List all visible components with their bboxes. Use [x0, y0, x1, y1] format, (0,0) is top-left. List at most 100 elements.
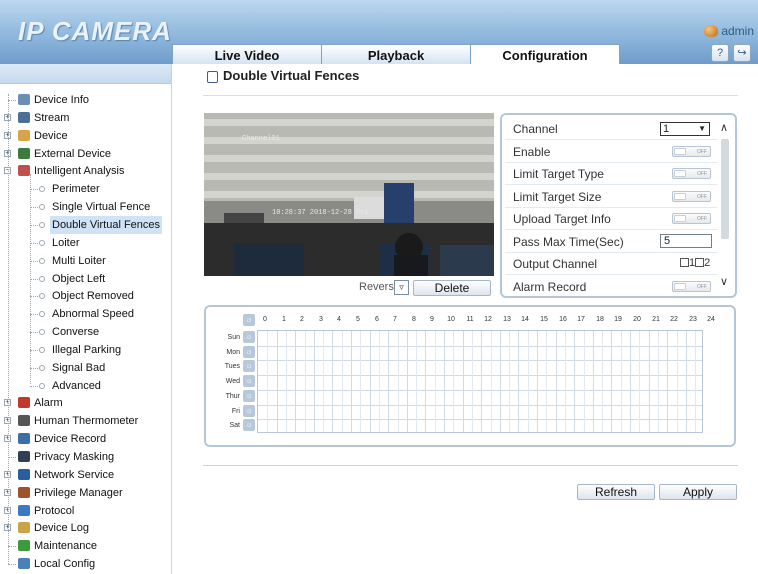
grid-col-line	[286, 331, 287, 432]
grid-col-line	[500, 331, 501, 432]
grid-col-line	[323, 331, 324, 432]
privacy-masking-icon	[18, 451, 30, 462]
limit-target-size-toggle[interactable]: OFF	[672, 191, 711, 202]
sidebar-item-object-removed[interactable]: Object Removed	[0, 287, 172, 305]
sidebar-item-human-thermometer[interactable]: + Human Thermometer	[0, 412, 172, 430]
sidebar-item-privacy-masking[interactable]: Privacy Masking	[0, 448, 172, 466]
sidebar-item-device-record[interactable]: + Device Record	[0, 430, 172, 448]
bullet-icon	[39, 204, 45, 210]
grid-col-line	[639, 331, 640, 432]
scroll-down-icon[interactable]: ∨	[720, 275, 728, 288]
hour-label: 15	[540, 316, 548, 323]
grid-col-line	[416, 331, 417, 432]
sidebar-item-external-device[interactable]: + External Device	[0, 145, 172, 163]
pass-max-time-input[interactable]: 5	[660, 234, 712, 248]
grid-col-line	[611, 331, 612, 432]
sidebar-item-double-virtual-fences[interactable]: Double Virtual Fences	[0, 216, 172, 234]
grid-col-line	[574, 331, 575, 432]
hour-label: 11	[466, 316, 474, 323]
grid-col-line	[649, 331, 650, 432]
sidebar-item-abnormal-speed[interactable]: Abnormal Speed	[0, 305, 172, 323]
sidebar-item-multi-loiter[interactable]: Multi Loiter	[0, 252, 172, 270]
stream-icon	[18, 112, 30, 123]
intelligent-analysis-icon	[18, 165, 30, 176]
param-label: Upload Target Info	[513, 212, 611, 226]
sidebar-item-perimeter[interactable]: Perimeter	[0, 180, 172, 198]
hour-label: 16	[559, 316, 567, 323]
select-day-icon[interactable]: ☼	[243, 419, 255, 431]
output-channel-2-checkbox[interactable]	[695, 258, 705, 267]
alarm-record-toggle[interactable]: OFF	[672, 281, 711, 292]
param-row-limit-target-size: Limit Target Size OFF	[505, 186, 717, 208]
sidebar-item-network-service[interactable]: + Network Service	[0, 466, 172, 484]
user-info[interactable]: admin	[704, 24, 754, 38]
refresh-button[interactable]: Refresh	[577, 484, 655, 500]
tab-playback[interactable]: Playback	[321, 44, 471, 64]
grid-col-line	[695, 331, 696, 432]
param-label: Channel	[513, 122, 558, 136]
bullet-icon	[39, 347, 45, 353]
logout-icon[interactable]: ↪	[733, 44, 751, 62]
hour-label: 6	[375, 316, 379, 323]
sidebar-item-device-log[interactable]: + Device Log	[0, 519, 172, 537]
scroll-up-icon[interactable]: ∧	[720, 121, 728, 134]
sidebar-item-device-info[interactable]: Device Info	[0, 91, 172, 109]
delete-button[interactable]: Delete	[413, 280, 491, 296]
grid-row-line	[258, 346, 702, 347]
enable-toggle[interactable]: OFF	[672, 146, 711, 157]
grid-col-line	[305, 331, 306, 432]
grid-col-line	[370, 331, 371, 432]
tab-configuration[interactable]: Configuration	[470, 44, 620, 64]
grid-col-line	[407, 331, 408, 432]
sidebar-item-label: Illegal Parking	[52, 344, 122, 356]
reverse-select[interactable]: ▿	[394, 280, 409, 295]
sidebar-item-maintenance[interactable]: Maintenance	[0, 537, 172, 555]
upload-target-info-toggle[interactable]: OFF	[672, 213, 711, 224]
sidebar-item-advanced[interactable]: Advanced	[0, 377, 172, 395]
select-day-icon[interactable]: ☼	[243, 405, 255, 417]
select-day-icon[interactable]: ☼	[243, 375, 255, 387]
tree-connector	[30, 386, 38, 387]
sidebar-item-label: Device Record	[34, 433, 107, 445]
help-icon[interactable]: ?	[711, 44, 729, 62]
select-day-icon[interactable]: ☼	[243, 390, 255, 402]
sidebar-item-device[interactable]: + Device	[0, 127, 172, 145]
sidebar-item-loiter[interactable]: Loiter	[0, 234, 172, 252]
tree-connector	[30, 207, 38, 208]
sidebar-item-stream[interactable]: + Stream	[0, 109, 172, 127]
sidebar-item-alarm[interactable]: + Alarm	[0, 394, 172, 412]
scroll-thumb[interactable]	[721, 139, 729, 239]
param-label: Limit Target Size	[513, 190, 602, 204]
channel-select[interactable]: 1 ▼	[660, 122, 710, 136]
video-preview[interactable]: Channel01 10:28:37 2018-12-28 Fri	[204, 113, 494, 276]
toggle-state: OFF	[697, 171, 707, 177]
select-day-icon[interactable]: ☼	[243, 346, 255, 358]
grid-col-line	[351, 331, 352, 432]
sidebar-item-local-config[interactable]: Local Config	[0, 555, 172, 573]
tree-connector	[8, 457, 16, 458]
sidebar-item-label: Network Service	[34, 469, 115, 481]
sidebar-item-intelligent-analysis[interactable]: − Intelligent Analysis	[0, 162, 172, 180]
select-day-icon[interactable]: ☼	[243, 331, 255, 343]
sidebar-item-object-left[interactable]: Object Left	[0, 270, 172, 288]
grid-col-line	[398, 331, 399, 432]
output-channel-1-checkbox[interactable]	[680, 258, 689, 267]
select-day-icon[interactable]: ☼	[243, 360, 255, 372]
select-all-icon[interactable]: ☼	[243, 314, 255, 326]
sidebar-item-single-virtual-fence[interactable]: Single Virtual Fence	[0, 198, 172, 216]
sidebar-item-converse[interactable]: Converse	[0, 323, 172, 341]
grid-col-line	[518, 331, 519, 432]
toggle-knob	[674, 193, 686, 200]
apply-button[interactable]: Apply	[659, 484, 737, 500]
sidebar-item-protocol[interactable]: + Protocol	[0, 502, 172, 520]
schedule-grid[interactable]	[257, 330, 703, 433]
params-scrollbar[interactable]: ∧ ∨	[719, 121, 732, 289]
sidebar-item-signal-bad[interactable]: Signal Bad	[0, 359, 172, 377]
limit-target-type-toggle[interactable]: OFF	[672, 168, 711, 179]
sidebar-item-illegal-parking[interactable]: Illegal Parking	[0, 341, 172, 359]
sidebar-item-privilege-manager[interactable]: + Privilege Manager	[0, 484, 172, 502]
param-label: Output Channel	[513, 257, 598, 271]
device-info-icon	[18, 94, 30, 105]
thermometer-icon	[18, 415, 30, 426]
tab-live-video[interactable]: Live Video	[172, 44, 322, 64]
